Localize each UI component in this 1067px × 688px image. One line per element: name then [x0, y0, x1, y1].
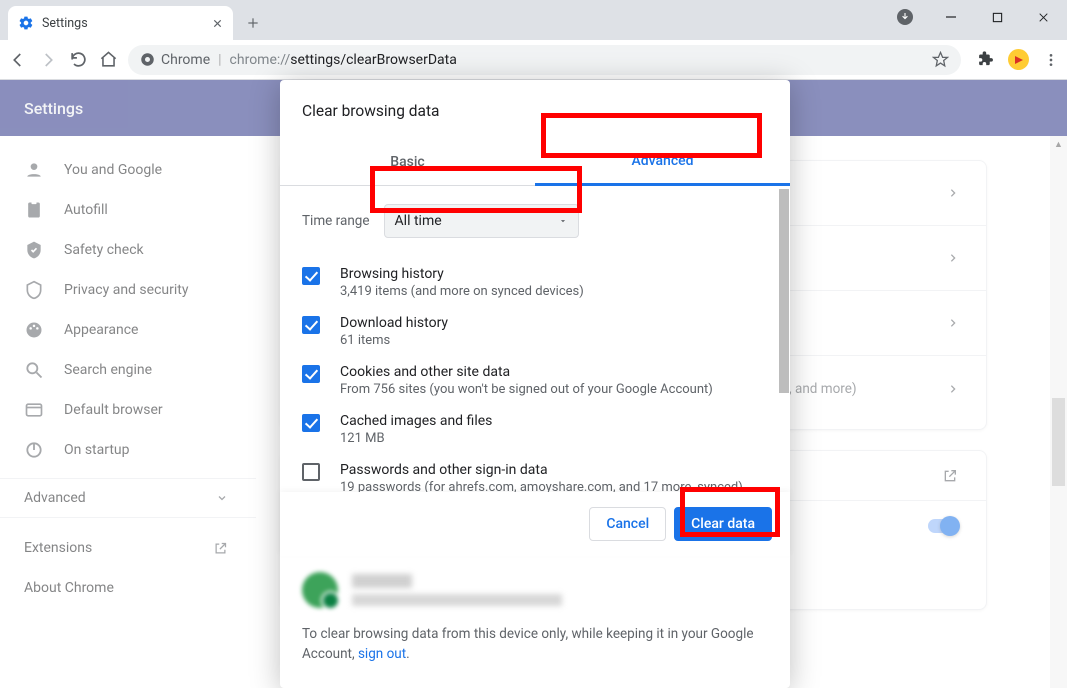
clear-browsing-data-dialog: Clear browsing data Basic Advanced Time …: [280, 80, 790, 688]
list-item[interactable]: Cookies and other site dataFrom 756 site…: [302, 356, 768, 405]
checkbox[interactable]: [302, 316, 320, 334]
list-item[interactable]: Download history61 items: [302, 307, 768, 356]
extensions-icon[interactable]: [977, 51, 994, 68]
tab-title: Settings: [42, 16, 204, 31]
dropdown-icon: [558, 216, 568, 226]
downloads-icon[interactable]: [885, 2, 925, 32]
dialog-actions: Cancel Clear data: [280, 492, 790, 556]
address-bar[interactable]: Chrome | chrome://settings/clearBrowserD…: [128, 45, 961, 75]
cancel-button[interactable]: Cancel: [589, 507, 666, 541]
list-item[interactable]: Passwords and other sign-in data19 passw…: [302, 454, 768, 492]
forward-button[interactable]: [38, 50, 58, 70]
checkbox[interactable]: [302, 267, 320, 285]
time-range-select[interactable]: All time: [384, 204, 579, 238]
tab-basic[interactable]: Basic: [280, 138, 535, 186]
dialog-tabs: Basic Advanced: [280, 138, 790, 186]
bookmark-icon[interactable]: [932, 51, 949, 68]
footer-note: To clear browsing data from this device …: [302, 624, 768, 665]
url-chip: Chrome: [161, 52, 210, 68]
checkbox[interactable]: [302, 414, 320, 432]
reload-button[interactable]: [68, 50, 88, 70]
browser-tab[interactable]: Settings: [8, 6, 233, 40]
checkbox[interactable]: [302, 365, 320, 383]
window-titlebar: Settings: [0, 0, 1067, 40]
browser-toolbar: Chrome | chrome://settings/clearBrowserD…: [0, 40, 1067, 80]
menu-icon[interactable]: [1043, 52, 1059, 68]
home-button[interactable]: [98, 50, 118, 70]
list-item[interactable]: Browsing history3,419 items (and more on…: [302, 258, 768, 307]
maximize-button[interactable]: [977, 2, 1017, 32]
dialog-footer: To clear browsing data from this device …: [280, 556, 790, 688]
dialog-body: Time range All time Browsing history3,41…: [280, 186, 790, 492]
url-separator: |: [218, 52, 221, 68]
scroll-thumb[interactable]: [779, 189, 789, 393]
site-info-icon[interactable]: Chrome: [140, 52, 210, 68]
back-button[interactable]: [8, 50, 28, 70]
dialog-scrollbar[interactable]: [778, 186, 790, 492]
list-item[interactable]: Cached images and files121 MB: [302, 405, 768, 454]
url-text: chrome://settings/clearBrowserData: [230, 52, 457, 68]
new-tab-button[interactable]: [239, 9, 267, 37]
minimize-button[interactable]: [931, 2, 971, 32]
clear-data-button[interactable]: Clear data: [674, 507, 772, 541]
close-icon[interactable]: [212, 18, 223, 29]
checkbox[interactable]: [302, 463, 320, 481]
dialog-title: Clear browsing data: [280, 80, 790, 138]
gear-icon: [18, 15, 34, 31]
window-controls: [885, 2, 1063, 32]
avatar: [302, 572, 338, 608]
close-window-button[interactable]: [1023, 2, 1063, 32]
tab-advanced[interactable]: Advanced: [535, 138, 790, 186]
time-range-label: Time range: [302, 213, 370, 229]
account-text: [352, 574, 562, 606]
sign-out-link[interactable]: sign out: [358, 646, 406, 662]
extension-badge-icon[interactable]: [1008, 49, 1029, 70]
